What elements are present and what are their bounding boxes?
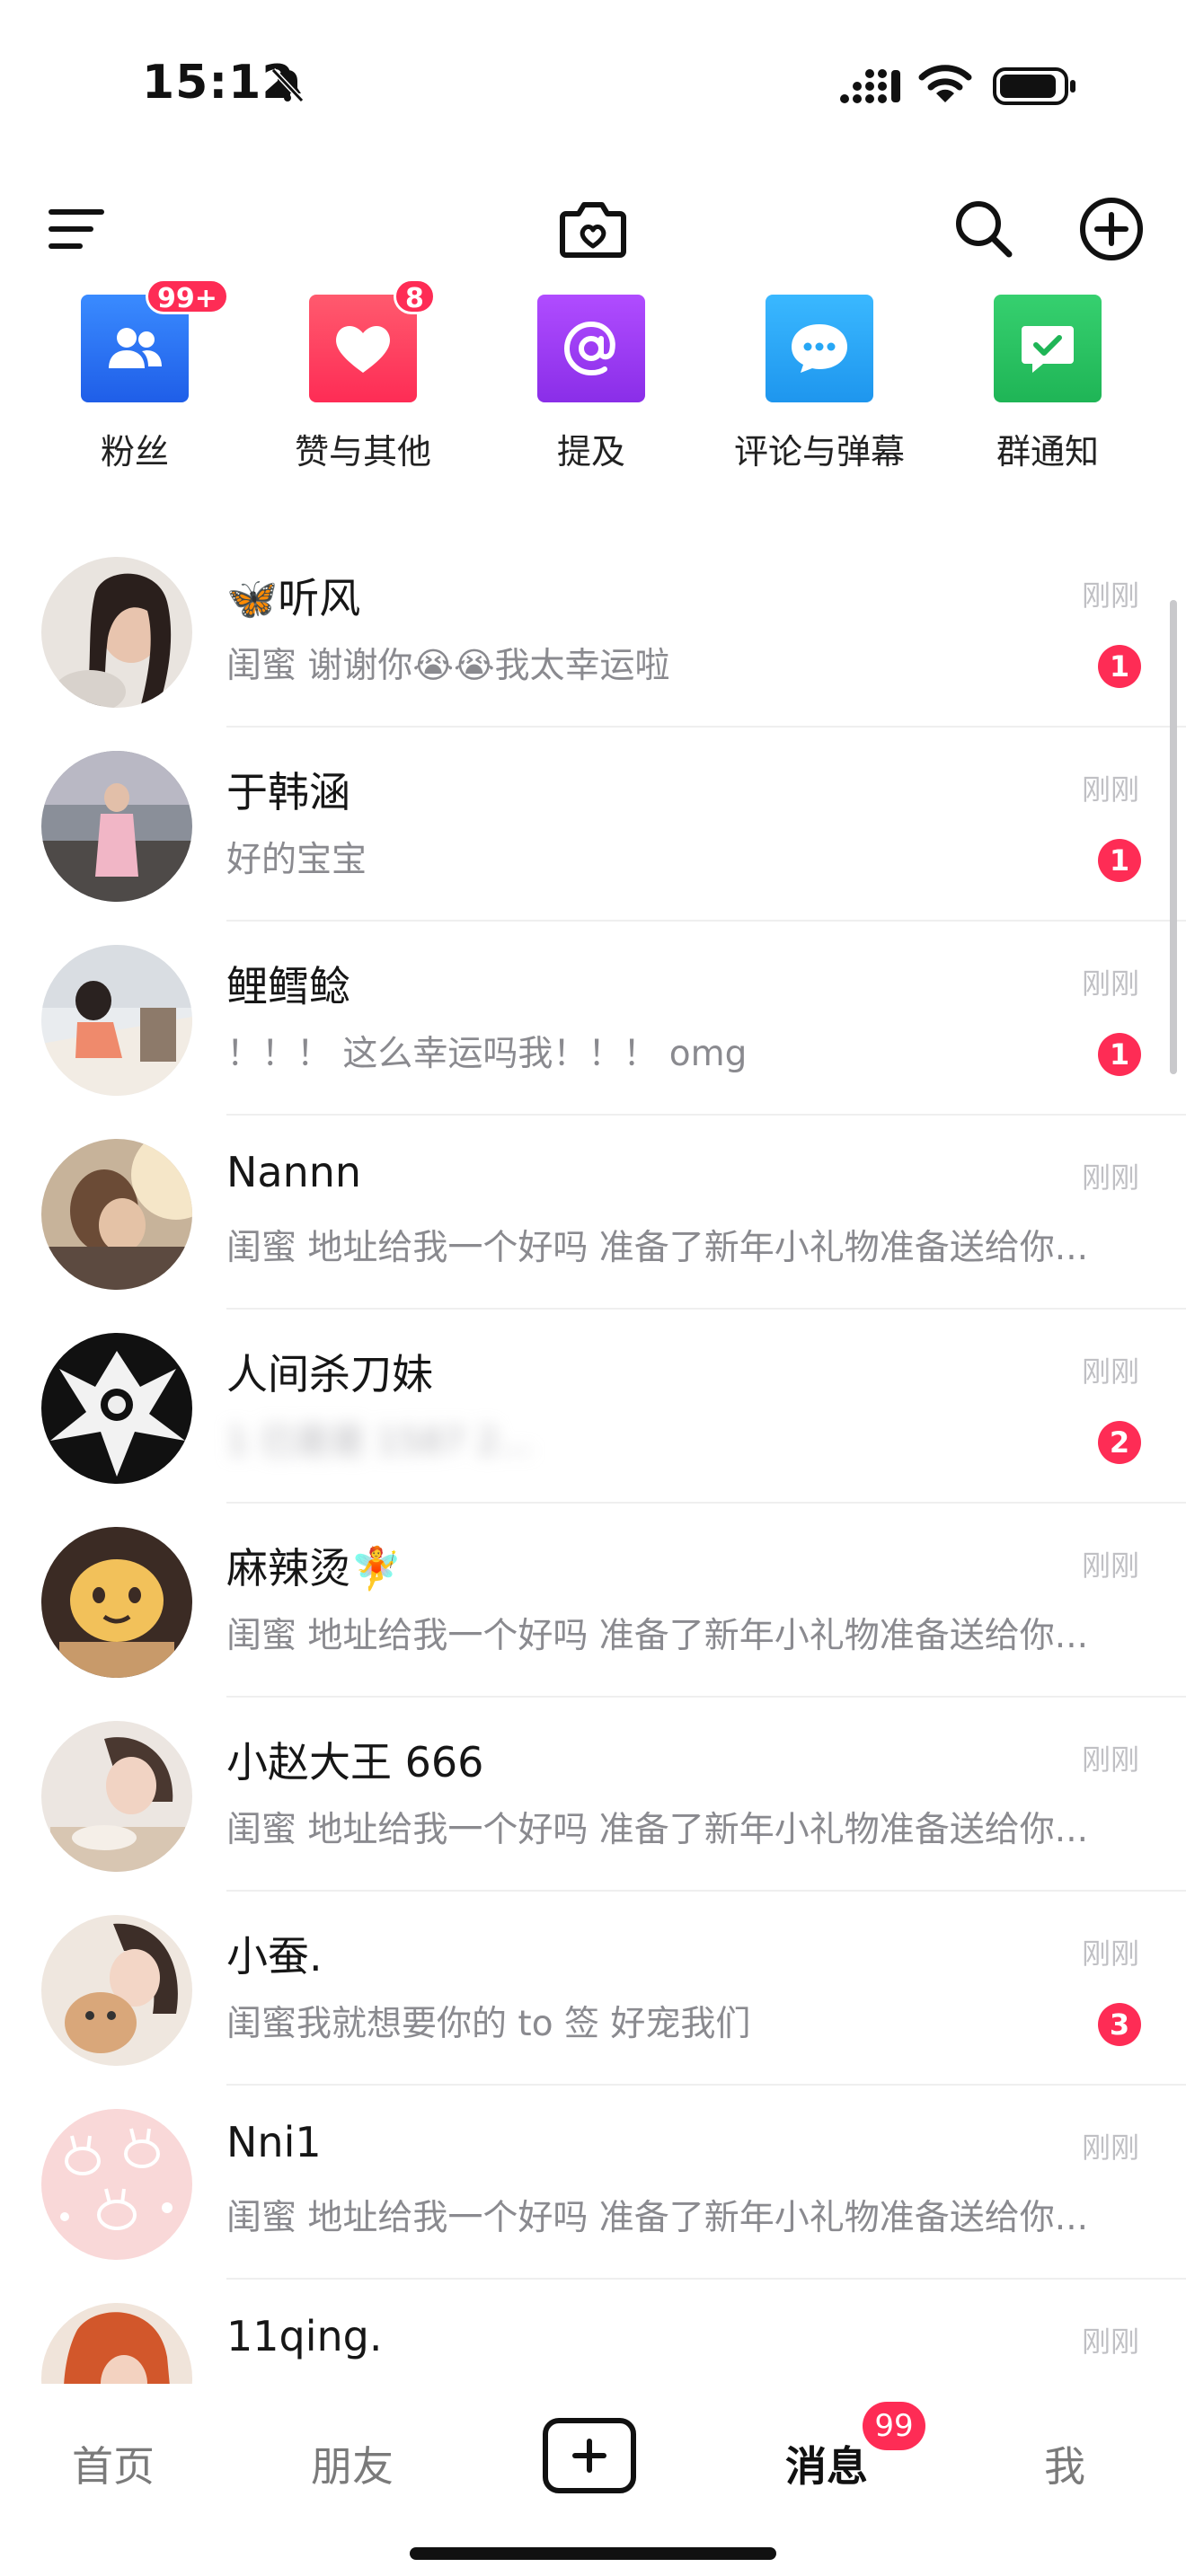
add-button[interactable] <box>1062 180 1161 278</box>
avatar[interactable] <box>41 945 192 1096</box>
shortcut-mentions[interactable]: 提及 <box>483 289 699 478</box>
create-button[interactable] <box>543 2418 636 2493</box>
message-preview: 闺蜜 地址给我一个好吗 准备了新年小礼物准备送给你... <box>226 1616 1088 1656</box>
avatar[interactable] <box>41 1721 192 1872</box>
message-time: 刚刚 <box>1081 2325 1139 2359</box>
conversation-row[interactable]: 🦋听风 闺蜜 谢谢你😭😭我太幸运啦 刚刚 1 <box>0 534 1186 728</box>
message-preview: 好的宝宝 <box>226 840 367 880</box>
shortcut-likes[interactable]: 8 赞与其他 <box>255 278 471 478</box>
message-time: 刚刚 <box>1081 1742 1139 1777</box>
message-time: 刚刚 <box>1081 1548 1139 1583</box>
add-circle-icon <box>1080 198 1143 260</box>
scroll-indicator[interactable] <box>1170 600 1177 1074</box>
avatar[interactable] <box>41 2109 192 2260</box>
message-preview: ！！！ 这么幸运吗我！！！ omg <box>226 1034 748 1074</box>
contact-name: 人间杀刀妹 <box>226 1350 433 1398</box>
group-check-icon <box>994 295 1102 402</box>
tab-friends[interactable]: 朋友 <box>311 2434 394 2493</box>
message-time: 刚刚 <box>1081 2130 1139 2165</box>
comment-icon <box>766 295 873 402</box>
shortcut-label: 粉丝 <box>100 432 169 472</box>
contact-name: Nni1 <box>226 2118 322 2166</box>
search-button[interactable] <box>934 180 1033 278</box>
camera-heart-icon <box>560 202 626 258</box>
message-time: 刚刚 <box>1081 1936 1139 1971</box>
unread-badge: 2 <box>1098 1421 1141 1464</box>
shortcut-label: 群通知 <box>996 432 1099 472</box>
wifi-icon <box>918 65 972 102</box>
plus-icon <box>572 2439 606 2473</box>
notification-shortcuts: 99+ 粉丝 8 赞与其他 提及 评论与弹幕 群通知 <box>0 278 1186 478</box>
shortcut-group-notices[interactable]: 群通知 <box>940 289 1155 478</box>
menu-button[interactable] <box>27 180 126 278</box>
message-preview: 闺蜜 地址给我一个好吗 准备了新年小礼物准备送给你... <box>226 2198 1088 2238</box>
conversation-list[interactable]: 🦋听风 闺蜜 谢谢你😭😭我太幸运啦 刚刚 1 于韩涵 好的宝宝 刚刚 1 鲤鳕鲶… <box>0 534 1186 2384</box>
contact-name: 小赵大王 666 <box>226 1738 484 1786</box>
message-time: 刚刚 <box>1081 1160 1139 1195</box>
message-preview: 1 已是是 1587 2... <box>226 1422 533 1462</box>
messages-badge: 99 <box>863 2402 925 2450</box>
message-time: 刚刚 <box>1081 578 1139 613</box>
message-time: 刚刚 <box>1081 1354 1139 1389</box>
unread-badge: 1 <box>1098 839 1141 882</box>
status-bar: 15:12 <box>0 0 1186 144</box>
contact-name: 小蚕. <box>226 1932 323 1981</box>
conversation-row[interactable]: 小蚕. 闺蜜我就想要你的 to 签 好宠我们 刚刚 3 <box>0 1892 1186 2086</box>
shortcut-label: 评论与弹幕 <box>733 432 905 472</box>
search-icon <box>956 201 1013 258</box>
shortcut-badge: 8 <box>394 278 436 314</box>
contact-name: 🦋听风 <box>226 574 361 622</box>
unread-badge: 3 <box>1098 2003 1141 2046</box>
shortcut-comments[interactable]: 评论与弹幕 <box>712 289 927 478</box>
shortcut-badge: 99+ <box>146 278 229 314</box>
at-icon <box>537 295 645 402</box>
avatar[interactable] <box>41 1915 192 2066</box>
avatar[interactable] <box>41 557 192 708</box>
conversation-row[interactable]: 麻辣烫🧚 闺蜜 地址给我一个好吗 准备了新年小礼物准备送给你... 刚刚 <box>0 1504 1186 1698</box>
signal-icon <box>840 69 900 103</box>
conversation-row[interactable]: 小赵大王 666 闺蜜 地址给我一个好吗 准备了新年小礼物准备送给你... 刚刚 <box>0 1698 1186 1892</box>
tab-home[interactable]: 首页 <box>72 2434 155 2493</box>
shortcut-label: 赞与其他 <box>294 432 431 472</box>
message-time: 刚刚 <box>1081 772 1139 807</box>
avatar[interactable] <box>41 751 192 902</box>
battery-icon <box>993 67 1075 105</box>
shortcut-fans[interactable]: 99+ 粉丝 <box>27 278 243 478</box>
contact-name: 11qing. <box>226 2312 383 2360</box>
message-preview: 闺蜜 谢谢你😭😭我太幸运啦 <box>226 646 670 686</box>
menu-icon <box>49 209 104 249</box>
shortcut-label: 提及 <box>556 432 625 472</box>
contact-name: 于韩涵 <box>226 768 350 816</box>
contact-name: Nannn <box>226 1148 362 1196</box>
unread-badge: 1 <box>1098 1033 1141 1076</box>
top-bar <box>0 180 1186 278</box>
contact-name: 鲤鳕鲶 <box>226 962 350 1010</box>
tab-messages[interactable]: 消息 <box>785 2434 868 2493</box>
message-time: 刚刚 <box>1081 966 1139 1001</box>
bell-slash-icon <box>270 67 305 103</box>
home-indicator <box>410 2547 776 2560</box>
avatar[interactable] <box>41 1139 192 1290</box>
contact-name: 麻辣烫🧚 <box>226 1544 403 1592</box>
avatar[interactable] <box>41 2303 192 2384</box>
message-preview: 闺蜜我就想要你的 to 签 好宠我们 <box>226 2004 751 2044</box>
message-preview: 闺蜜 地址给我一个好吗 准备了新年小礼物准备送给你... <box>226 1810 1088 1850</box>
conversation-row[interactable]: 于韩涵 好的宝宝 刚刚 1 <box>0 728 1186 922</box>
avatar[interactable] <box>41 1333 192 1484</box>
camera-heart-button[interactable] <box>544 180 642 278</box>
tab-me[interactable]: 我 <box>1044 2434 1085 2493</box>
conversation-row[interactable]: 鲤鳕鲶 ！！！ 这么幸运吗我！！！ omg 刚刚 1 <box>0 922 1186 1116</box>
conversation-row[interactable]: Nannn 闺蜜 地址给我一个好吗 准备了新年小礼物准备送给你... 刚刚 <box>0 1116 1186 1310</box>
unread-badge: 1 <box>1098 645 1141 688</box>
conversation-row[interactable]: 人间杀刀妹 1 已是是 1587 2... 刚刚 2 <box>0 1310 1186 1504</box>
conversation-row[interactable]: Nni1 闺蜜 地址给我一个好吗 准备了新年小礼物准备送给你... 刚刚 <box>0 2086 1186 2280</box>
message-preview: 闺蜜 地址给我一个好吗 准备了新年小礼物准备送给你... <box>226 1228 1088 1268</box>
conversation-row[interactable]: 11qing. 刚刚 <box>0 2280 1186 2384</box>
avatar[interactable] <box>41 1527 192 1678</box>
